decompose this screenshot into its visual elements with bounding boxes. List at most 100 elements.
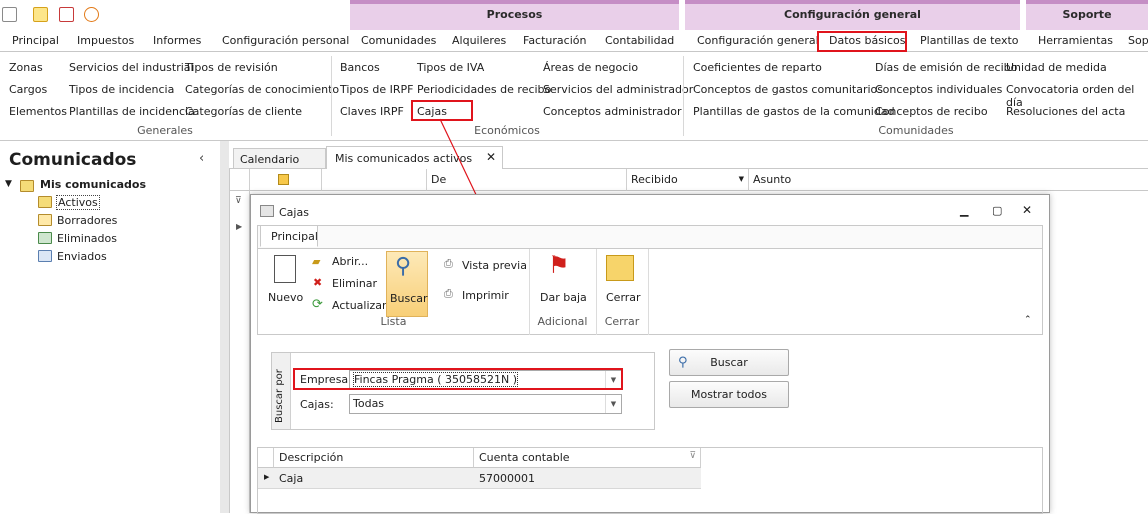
menu-dias-emision[interactable]: Días de emisión de recibo <box>875 61 1017 74</box>
splitter[interactable] <box>220 141 229 513</box>
cerrar-button[interactable]: Cerrar <box>606 291 641 304</box>
buscar-ribbon-button[interactable]: ⚲ Buscar <box>386 251 428 317</box>
menu-tipos-incidencia[interactable]: Tipos de incidencia <box>69 83 174 96</box>
grid-col-recibido[interactable]: Recibido ▼ <box>627 169 749 191</box>
tree-item-activos[interactable]: Activos <box>56 195 100 210</box>
tab-alquileres[interactable]: Alquileres <box>452 34 506 47</box>
menu-conceptos-individuales[interactable]: Conceptos individuales <box>875 83 1002 96</box>
menu-plantillas-incidencia[interactable]: Plantillas de incidencia <box>69 105 195 118</box>
tab-configuracion-personal[interactable]: Configuración personal <box>222 34 349 47</box>
filter-icon[interactable]: ⊽ <box>689 451 696 461</box>
group-label-generales: Generales <box>137 124 193 137</box>
cajas-select[interactable]: Todas ▼ <box>349 394 622 414</box>
highlight-datos-basicos <box>817 31 907 52</box>
clipboard-icon[interactable] <box>59 7 74 22</box>
grid-row-header <box>230 191 250 513</box>
tab-calendario-label: Calendario <box>240 153 300 166</box>
menu-coeficientes-reparto[interactable]: Coeficientes de reparto <box>693 61 822 74</box>
buscar-button[interactable]: ⚲ Buscar <box>669 349 789 376</box>
search-icon: ⚲ <box>678 355 688 370</box>
draft-icon <box>38 214 52 226</box>
menu-plantillas-gastos[interactable]: Plantillas de gastos de la comunidad <box>693 105 895 118</box>
menu-servicios-industrial[interactable]: Servicios del industrial <box>69 61 194 74</box>
grid-col-asunto-label: Asunto <box>753 173 792 186</box>
menu-tipos-iva[interactable]: Tipos de IVA <box>417 61 484 74</box>
menu-tipos-irpf[interactable]: Tipos de IRPF <box>340 83 413 96</box>
dialog-tab-principal[interactable]: Principal <box>260 225 318 247</box>
table-header-cuenta[interactable]: Cuenta contable ⊽ <box>474 448 701 468</box>
tab-principal[interactable]: Principal <box>12 34 59 47</box>
menu-categorias-conocimiento[interactable]: Categorías de conocimiento <box>185 83 339 96</box>
tab-comunidades[interactable]: Comunidades <box>361 34 436 47</box>
table-header-descripcion[interactable]: Descripción <box>274 448 474 468</box>
tab-impuestos[interactable]: Impuestos <box>77 34 134 47</box>
menu-conceptos-administrador[interactable]: Conceptos administrador <box>543 105 682 118</box>
menu-categorias-cliente[interactable]: Categorías de cliente <box>185 105 302 118</box>
preview-icon: ⎙ <box>444 257 453 270</box>
tab-soporte[interactable]: Sop <box>1128 34 1148 47</box>
tab-contabilidad[interactable]: Contabilidad <box>605 34 674 47</box>
group-soporte: Soporte <box>1024 0 1148 30</box>
collapse-ribbon-icon[interactable]: ⌃ <box>1024 315 1032 325</box>
collapse-icon[interactable]: ‹ <box>199 151 204 166</box>
tab-herramientas[interactable]: Herramientas <box>1038 34 1113 47</box>
grid-corner <box>230 169 250 191</box>
ribbon-panel: Zonas Cargos Elementos Servicios del ind… <box>0 52 1148 141</box>
close-icon[interactable]: ✕ <box>1022 203 1032 217</box>
mail-icon[interactable] <box>33 7 48 22</box>
tree-toggle-icon[interactable]: ▼ <box>5 179 12 189</box>
group-label-economicos: Económicos <box>474 124 540 137</box>
mostrar-todos-button[interactable]: Mostrar todos <box>669 381 789 408</box>
tab-calendario[interactable]: Calendario <box>233 148 326 169</box>
tree-root[interactable]: Mis comunicados <box>40 178 146 191</box>
maximize-icon[interactable]: ▢ <box>992 204 1002 217</box>
menu-bancos[interactable]: Bancos <box>340 61 380 74</box>
menu-claves-irpf[interactable]: Claves IRPF <box>340 105 404 118</box>
broadcast-icon[interactable] <box>84 7 99 22</box>
calendar-icon[interactable] <box>2 7 17 22</box>
table-row[interactable]: ▶ Caja 57000001 <box>258 468 701 489</box>
table-corner <box>258 448 274 468</box>
menu-conceptos-gastos[interactable]: Conceptos de gastos comunitarios <box>693 83 883 96</box>
group-label-lista: Lista <box>380 315 407 328</box>
nuevo-button[interactable]: Nuevo <box>268 291 303 304</box>
exit-folder-icon <box>606 255 634 281</box>
sort-down-icon: ▼ <box>738 175 744 183</box>
tab-configuracion-general[interactable]: Configuración general <box>697 34 819 47</box>
dropdown-arrow-icon[interactable]: ▼ <box>605 395 621 413</box>
menu-periodicidades-recibo[interactable]: Periodicidades de recibo <box>417 83 551 96</box>
actualizar-button[interactable]: Actualizar <box>332 299 387 312</box>
tab-informes[interactable]: Informes <box>153 34 201 47</box>
tab-plantillas-texto[interactable]: Plantillas de texto <box>920 34 1019 47</box>
tree-item-enviados[interactable]: Enviados <box>57 250 107 263</box>
menu-elementos[interactable]: Elementos <box>9 105 67 118</box>
cajas-value: Todas <box>353 397 385 410</box>
menu-zonas[interactable]: Zonas <box>9 61 43 74</box>
dialog-ribbon: Principal Nuevo ▰ Abrir... ✖ Eliminar ⟳ … <box>257 225 1043 335</box>
tree-item-borradores[interactable]: Borradores <box>57 214 117 227</box>
menu-unidad-medida[interactable]: Unidad de medida <box>1006 61 1107 74</box>
header-descripcion-label: Descripción <box>279 451 344 464</box>
left-panel: Comunicados ‹ ▼ Mis comunicados Activos … <box>0 141 220 513</box>
menu-tipos-revision[interactable]: Tipos de revisión <box>185 61 278 74</box>
buscar-button-label: Buscar <box>710 356 748 369</box>
menu-resoluciones-acta[interactable]: Resoluciones del acta <box>1006 105 1125 118</box>
minimize-icon[interactable]: ▁ <box>960 204 968 217</box>
grid-col-asunto[interactable]: Asunto <box>749 169 1148 191</box>
dar-baja-button[interactable]: Dar baja <box>540 291 587 304</box>
tab-facturacion[interactable]: Facturación <box>523 34 586 47</box>
imprimir-button[interactable]: Imprimir <box>462 289 509 302</box>
eliminar-button[interactable]: Eliminar <box>332 277 377 290</box>
abrir-button[interactable]: Abrir... <box>332 255 368 268</box>
menu-areas-negocio[interactable]: Áreas de negocio <box>543 61 638 74</box>
menu-servicios-administrador[interactable]: Servicios del administrador <box>543 83 693 96</box>
vista-previa-button[interactable]: Vista previa <box>462 259 527 272</box>
separator <box>648 249 649 335</box>
menu-conceptos-recibo[interactable]: Conceptos de recibo <box>875 105 988 118</box>
cell-cuenta: 57000001 <box>479 472 535 485</box>
trash-icon <box>38 232 52 244</box>
tree-item-eliminados[interactable]: Eliminados <box>57 232 117 245</box>
menu-cargos[interactable]: Cargos <box>9 83 47 96</box>
dialog-title: Cajas <box>279 206 309 219</box>
folder-icon <box>20 180 34 192</box>
